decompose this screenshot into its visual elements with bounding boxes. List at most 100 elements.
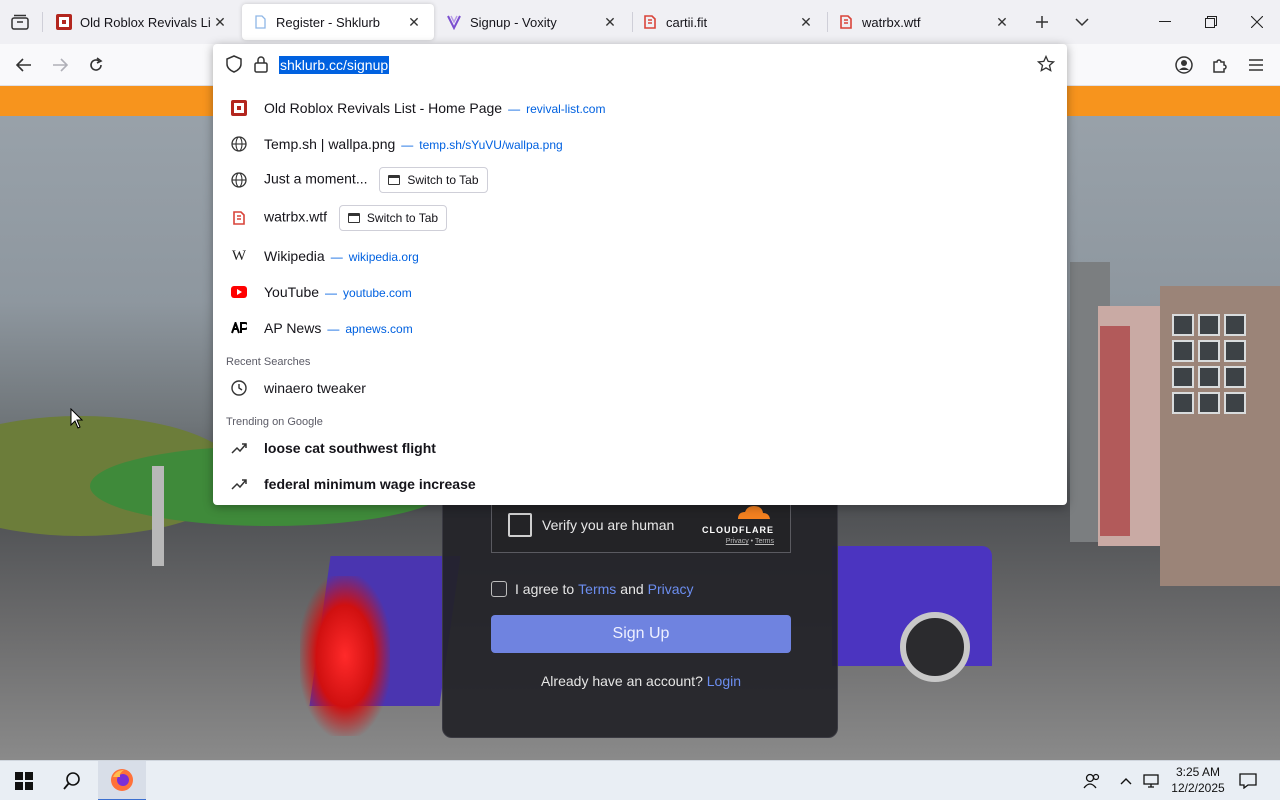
signup-card: Verify you are human CLOUDFLARE Privacy … xyxy=(442,476,838,738)
recent-search-row[interactable]: winaero tweaker xyxy=(213,370,1067,406)
tab-strip: Old Roblox Revivals List - ✕ Register - … xyxy=(0,0,1280,44)
switch-to-tab-button[interactable]: Switch to Tab xyxy=(379,167,488,193)
globe-icon xyxy=(231,172,247,188)
watrbx-favicon xyxy=(231,210,247,226)
reload-button[interactable] xyxy=(80,49,112,81)
restore-window-button[interactable] xyxy=(1188,0,1234,44)
cloudflare-captcha: Verify you are human CLOUDFLARE Privacy … xyxy=(491,497,791,553)
tracking-protection-button[interactable] xyxy=(225,55,243,76)
cloudflare-logo-text: CLOUDFLARE xyxy=(702,525,774,535)
background-pillar xyxy=(152,466,164,566)
cloudflare-privacy-link[interactable]: Privacy xyxy=(726,538,749,545)
agree-and: and xyxy=(620,581,644,597)
suggestion-row[interactable]: watrbx.wtf Switch to Tab xyxy=(213,200,1067,236)
cloudflare-terms-link[interactable]: Terms xyxy=(755,538,774,545)
apnews-icon xyxy=(231,320,247,336)
network-button[interactable] xyxy=(1140,761,1162,800)
chevron-down-icon xyxy=(1075,18,1089,27)
captcha-label: Verify you are human xyxy=(542,517,675,533)
windows-taskbar: 3:25 AM 12/2/2025 xyxy=(0,760,1280,800)
switch-to-tab-label: Switch to Tab xyxy=(407,173,479,187)
login-link[interactable]: Login xyxy=(707,673,741,689)
suggestion-url: wikipedia.org xyxy=(348,250,419,264)
suggestion-row[interactable]: Old Roblox Revivals List - Home Page — rev… xyxy=(213,90,1067,126)
suggestion-dash: — xyxy=(327,322,340,336)
url-input[interactable]: shklurb.cc/signup xyxy=(279,56,390,74)
firefox-taskbar-button[interactable] xyxy=(98,761,146,800)
tab-close-icon[interactable]: ✕ xyxy=(404,12,424,32)
background-building xyxy=(1100,326,1130,536)
suggestion-dash: — xyxy=(330,250,343,264)
captcha-checkbox[interactable] xyxy=(508,513,532,537)
bookmark-button[interactable] xyxy=(1036,54,1056,76)
search-button[interactable] xyxy=(52,761,92,800)
tab-overview-button[interactable] xyxy=(6,8,34,36)
tab-title: Signup - Voxity xyxy=(470,14,557,30)
list-all-tabs-button[interactable] xyxy=(1068,8,1096,36)
clock-time: 3:25 AM xyxy=(1175,765,1221,779)
tab-register-shklurb[interactable]: Register - Shklurb ✕ xyxy=(242,4,434,40)
notification-center-button[interactable] xyxy=(1232,761,1264,800)
new-tab-button[interactable] xyxy=(1028,8,1056,36)
suggestion-row[interactable]: Just a moment... Switch to Tab xyxy=(213,162,1067,198)
tab-close-icon[interactable]: ✕ xyxy=(796,12,816,32)
account-button[interactable] xyxy=(1168,49,1200,81)
start-button[interactable] xyxy=(4,761,44,800)
roblox-revivals-favicon xyxy=(231,100,247,116)
trending-icon xyxy=(231,440,247,456)
suggestion-title: YouTube xyxy=(264,284,320,300)
address-bar: shklurb.cc/signup xyxy=(213,44,1067,86)
recent-searches-heading: Recent Searches xyxy=(226,356,311,368)
sign-up-button[interactable]: Sign Up xyxy=(491,615,791,653)
mouse-cursor-icon xyxy=(70,408,84,429)
close-window-button[interactable] xyxy=(1234,0,1280,44)
trending-text: federal minimum wage increase xyxy=(264,476,476,492)
suggestion-title: watrbx.wtf xyxy=(264,208,328,225)
forward-button[interactable] xyxy=(44,49,76,81)
switch-to-tab-label: Switch to Tab xyxy=(366,211,439,225)
tab-title: Old Roblox Revivals List - xyxy=(80,14,210,30)
suggestion-title: Just a moment... xyxy=(264,170,368,187)
clock-icon xyxy=(231,380,247,396)
people-button[interactable] xyxy=(1080,761,1104,800)
agree-checkbox[interactable] xyxy=(491,581,507,597)
tab-close-icon[interactable]: ✕ xyxy=(992,12,1012,32)
suggestion-title: Old Roblox Revivals List - Home Page xyxy=(264,100,503,116)
suggestion-url: temp.sh/sYuVU/wallpa.png xyxy=(419,138,563,152)
tab-close-icon[interactable]: ✕ xyxy=(600,12,620,32)
menu-button[interactable] xyxy=(1240,49,1272,81)
tab-signup-voxity[interactable]: Signup - Voxity ✕ xyxy=(436,4,630,40)
suggestion-url: apnews.com xyxy=(345,322,413,336)
minimize-icon xyxy=(1159,21,1171,22)
terms-link[interactable]: Terms xyxy=(578,581,616,597)
suggestion-row[interactable]: YouTube — youtube.com xyxy=(213,274,1067,310)
site-info-button[interactable] xyxy=(253,55,269,76)
chevron-up-icon xyxy=(1120,778,1132,785)
tab-close-icon[interactable]: ✕ xyxy=(210,12,230,32)
back-button[interactable] xyxy=(8,49,40,81)
trending-row[interactable]: federal minimum wage increase xyxy=(213,466,1067,502)
network-icon xyxy=(1143,774,1159,788)
cloudflare-cloud-icon xyxy=(738,506,770,519)
taskbar-clock[interactable]: 3:25 AM 12/2/2025 xyxy=(1168,764,1228,796)
suggestion-row[interactable]: W Wikipedia — wikipedia.org xyxy=(213,238,1067,274)
tab-watrbx[interactable]: watrbx.wtf ✕ xyxy=(828,4,1022,40)
trending-heading: Trending on Google xyxy=(226,416,323,428)
windows-logo-icon xyxy=(15,772,33,790)
show-hidden-icons-button[interactable] xyxy=(1116,761,1136,800)
tab-cartii-fit[interactable]: cartii.fit ✕ xyxy=(632,4,826,40)
minimize-window-button[interactable] xyxy=(1142,0,1188,44)
tab-old-roblox-revivals[interactable]: Old Roblox Revivals List - ✕ xyxy=(46,4,240,40)
address-bar-dropdown: shklurb.cc/signup Old Roblox Revivals Li… xyxy=(213,44,1067,505)
suggestion-row[interactable]: Temp.sh | wallpa.png — temp.sh/sYuVU/wallp… xyxy=(213,126,1067,162)
privacy-link[interactable]: Privacy xyxy=(648,581,694,597)
terms-agreement: I agree to Terms and Privacy xyxy=(491,581,698,597)
youtube-icon xyxy=(231,284,247,300)
building-windows xyxy=(1172,314,1246,414)
suggestion-row[interactable]: AP News — apnews.com xyxy=(213,310,1067,346)
background-car-light xyxy=(300,576,390,736)
switch-to-tab-button[interactable]: Switch to Tab xyxy=(338,205,448,231)
trending-row[interactable]: loose cat southwest flight xyxy=(213,430,1067,466)
notification-icon xyxy=(1239,773,1257,789)
extensions-button[interactable] xyxy=(1204,49,1236,81)
